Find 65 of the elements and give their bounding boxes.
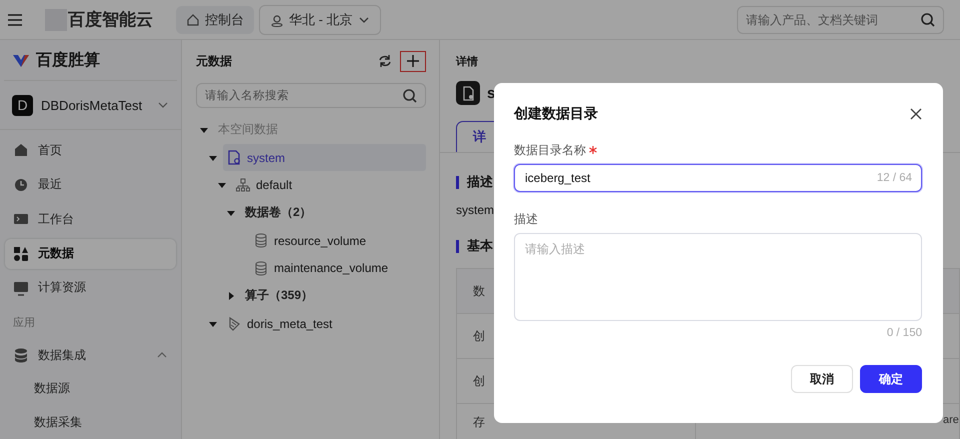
nav-icon — [13, 246, 29, 262]
tree-node[interactable]: 算子（359） — [241, 282, 426, 310]
database-icon — [254, 260, 268, 276]
description-text: system — [456, 203, 496, 217]
confirm-button[interactable]: 确定 — [860, 365, 922, 393]
section-title: 描述 — [467, 173, 493, 191]
hierarchy-icon — [236, 178, 250, 193]
file-gear-icon — [461, 86, 475, 100]
catalog-name: s — [487, 84, 496, 102]
brand-name[interactable]: 百度智能云 — [68, 8, 153, 31]
console-button[interactable]: 控制台 — [176, 6, 254, 34]
nav-icon — [13, 176, 29, 193]
region-selector[interactable]: 华北 - 北京 — [259, 4, 381, 34]
tree-node[interactable]: maintenance_volume — [250, 254, 426, 282]
tree-node[interactable]: default — [232, 172, 426, 199]
tag-icon — [227, 316, 241, 332]
home-icon — [186, 12, 200, 26]
search-field[interactable]: 请输入名称搜索 — [196, 83, 426, 108]
caret-icon[interactable] — [227, 292, 235, 300]
workspace-selector[interactable]: D DBDorisMetaTest — [0, 81, 181, 130]
product-name: 百度胜算 — [36, 50, 100, 71]
field-label: 数据目录名称 — [514, 142, 586, 158]
close-button[interactable] — [910, 108, 922, 120]
database-icon — [254, 233, 268, 248]
caret-icon[interactable] — [209, 320, 217, 328]
close-icon — [910, 108, 922, 120]
nav-item[interactable]: 计算资源 — [5, 270, 176, 305]
dialog-title: 创建数据目录 — [514, 105, 598, 123]
nav-icon — [13, 280, 29, 296]
search-icon[interactable] — [402, 88, 418, 104]
menu-icon[interactable] — [8, 12, 22, 26]
nav-item[interactable]: 数据采集 — [5, 405, 176, 439]
nav-icon — [13, 142, 29, 158]
database-icon — [13, 347, 29, 363]
caret-icon[interactable] — [227, 208, 235, 217]
tree-node[interactable]: 数据卷（2） — [241, 199, 426, 226]
caret-icon[interactable] — [209, 154, 217, 162]
nav-item[interactable]: 元数据 — [5, 238, 176, 268]
panel-title: 元数据 — [196, 52, 233, 70]
nav-item[interactable]: 首页 — [5, 133, 176, 168]
section-label: 应用 — [12, 316, 36, 330]
section-title: 基本 — [467, 237, 493, 255]
refresh-icon[interactable] — [378, 54, 392, 68]
search-field[interactable]: 请输入产品、文档关键词 — [737, 6, 944, 34]
tree-node[interactable]: resource_volume — [250, 227, 426, 254]
character-count: 12 / 64 — [876, 172, 912, 184]
field-label: 描述 — [514, 210, 538, 228]
caret-icon[interactable] — [200, 126, 208, 134]
nav-item[interactable]: 工作台 — [5, 202, 176, 236]
add-button[interactable] — [400, 50, 426, 72]
cancel-button[interactable]: 取消 — [791, 365, 853, 393]
file-gear-icon — [227, 150, 241, 166]
tree-node[interactable]: doris_meta_test — [223, 310, 426, 338]
nav-group[interactable]: 数据集成 — [5, 339, 176, 371]
page-heading: 详情 — [456, 54, 479, 69]
search-icon[interactable] — [920, 12, 936, 28]
nav-item[interactable]: 数据源 — [5, 371, 176, 405]
location-icon — [270, 12, 284, 26]
text-area[interactable]: 请输入描述 — [514, 233, 922, 321]
tree-node[interactable]: system — [223, 144, 426, 172]
nav-item[interactable]: 最近 — [5, 168, 176, 202]
character-count: 0 / 150 — [886, 327, 922, 339]
plus-icon — [406, 54, 420, 68]
caret-icon[interactable] — [218, 181, 226, 190]
workspace-avatar: D — [12, 94, 33, 116]
